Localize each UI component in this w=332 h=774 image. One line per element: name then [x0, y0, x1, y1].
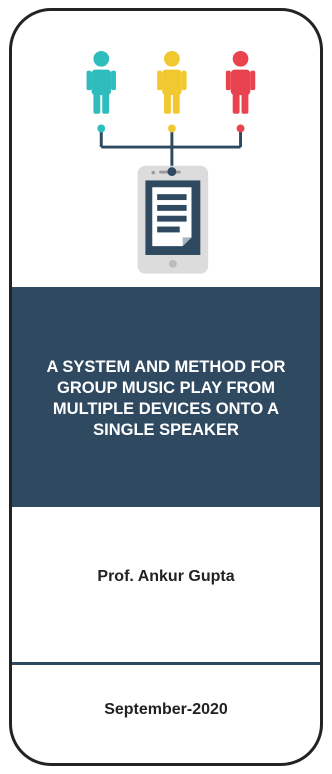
connector-dot: [167, 124, 176, 133]
publication-date: September-2020: [104, 701, 228, 718]
title-band: A SYSTEM AND METHOD FOR GROUP MUSIC PLAY…: [12, 287, 320, 507]
connector-dot: [236, 124, 245, 133]
cover-card: A SYSTEM AND METHOD FOR GROUP MUSIC PLAY…: [9, 8, 323, 766]
illustration: [86, 50, 256, 274]
author-name: Prof. Ankur Gupta: [97, 568, 235, 585]
divider-line: [12, 662, 320, 665]
person-icon: [225, 50, 256, 114]
person-icon: [86, 50, 116, 114]
document-icon: [152, 187, 192, 247]
connector-lines: [99, 129, 243, 169]
report-title: A SYSTEM AND METHOD FOR GROUP MUSIC PLAY…: [46, 358, 286, 439]
connector-dot: [97, 124, 106, 133]
person-icon: [157, 50, 187, 114]
phone-connector-dot: [167, 167, 177, 177]
